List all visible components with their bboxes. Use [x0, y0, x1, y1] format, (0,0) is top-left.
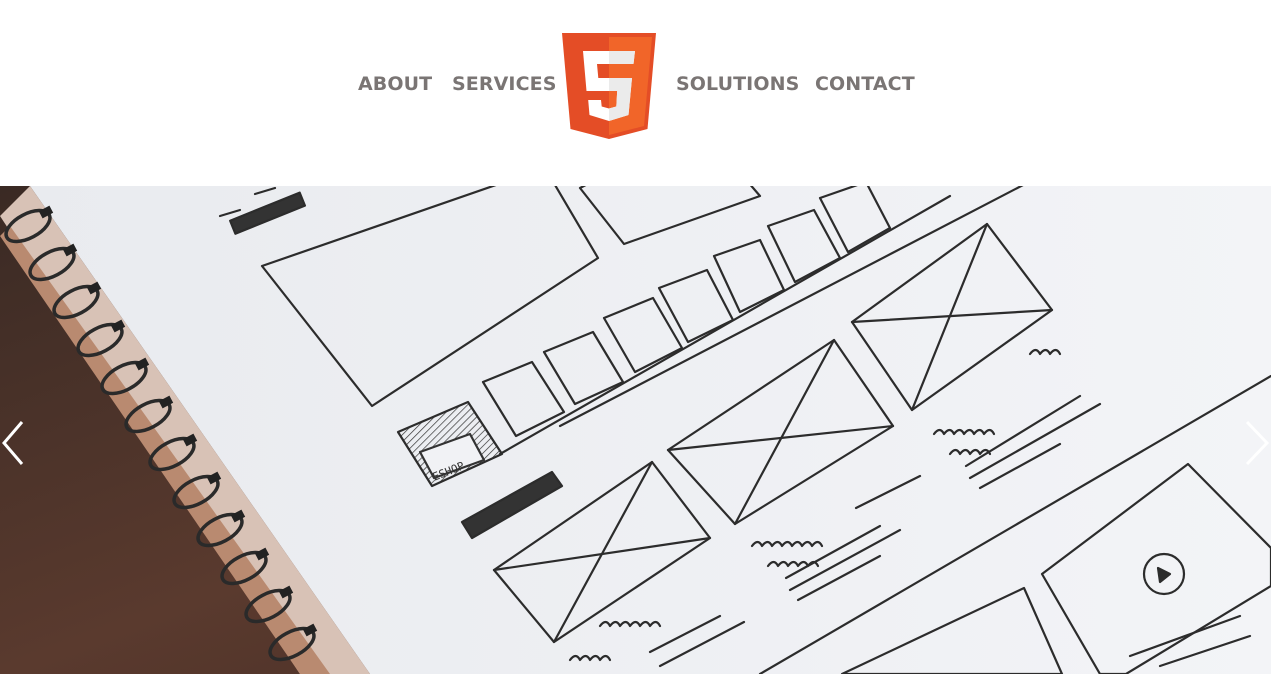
chevron-right-icon[interactable] [1241, 418, 1271, 468]
site-header: ABOUT SERVICES SOLUTIONS CONTACT [0, 0, 1271, 186]
nav-solutions-link[interactable]: SOLUTIONS [676, 71, 799, 97]
html5-logo-icon[interactable] [562, 33, 656, 139]
nav-contact-link[interactable]: CONTACT [815, 71, 915, 97]
hero-slider: ESHOP [0, 186, 1271, 674]
nav-about-link[interactable]: ABOUT [358, 71, 432, 97]
chevron-left-icon[interactable] [0, 418, 30, 468]
nav-services-link[interactable]: SERVICES [452, 71, 556, 97]
wireframe-sketch-image: ESHOP [0, 186, 1271, 674]
